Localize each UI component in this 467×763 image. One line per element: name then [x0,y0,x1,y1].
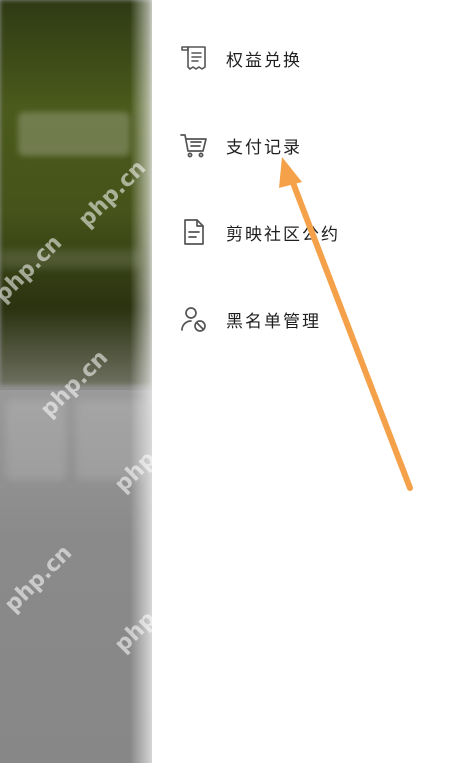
background-blurred-button [18,112,130,156]
menu-item-label: 黑名单管理 [226,311,321,332]
menu-item-label: 权益兑换 [226,50,302,71]
document-icon [178,216,210,248]
menu-item-community-guidelines[interactable]: 剪映社区公约 [178,212,340,252]
cart-icon [178,129,210,161]
side-drawer-menu: 权益兑换 支付记录 剪映社区公约 黑名单管理 [152,0,467,763]
menu-item-payment-records[interactable]: 支付记录 [178,125,302,165]
user-block-icon [178,303,210,335]
menu-item-benefit-redeem[interactable]: 权益兑换 [178,38,302,78]
receipt-icon [178,42,210,74]
menu-item-label: 剪映社区公约 [226,224,340,245]
menu-item-label: 支付记录 [226,137,302,158]
menu-item-blacklist-management[interactable]: 黑名单管理 [178,299,321,339]
